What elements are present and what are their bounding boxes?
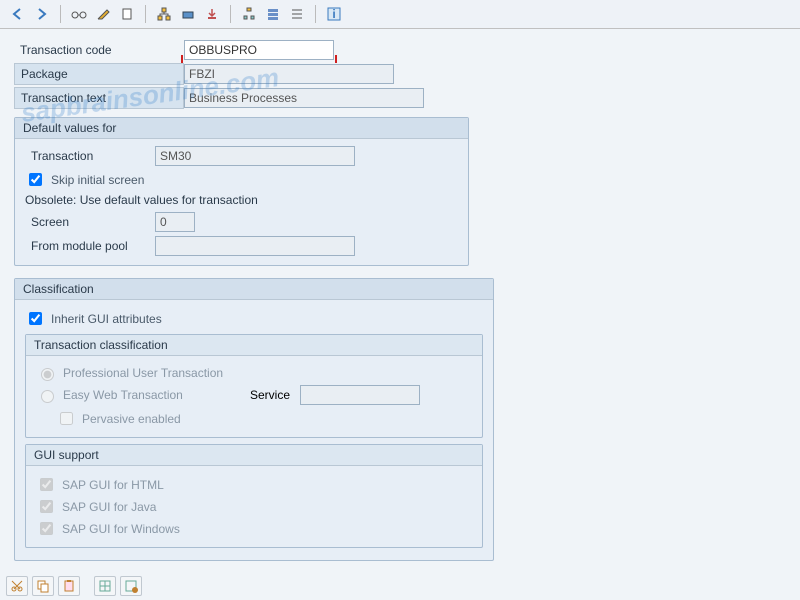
- paste-button[interactable]: [58, 576, 80, 596]
- copy-icon: [36, 579, 50, 593]
- gui-win-input[interactable]: [40, 522, 53, 535]
- transaction-classification-group: Transaction classification Professional …: [25, 334, 483, 438]
- transaction-text-label: Transaction text: [14, 87, 184, 109]
- screen-label: Screen: [25, 212, 155, 232]
- tc-title: Transaction classification: [26, 335, 482, 356]
- screen-field: [155, 212, 195, 232]
- obsolete-text: Obsolete: Use default values for transac…: [25, 193, 458, 207]
- stack-icon: [266, 7, 280, 21]
- separator: [230, 5, 231, 23]
- tool-button-6[interactable]: [287, 4, 307, 24]
- def-transaction-field: [155, 146, 355, 166]
- transport-icon: [181, 7, 195, 21]
- inherit-checkbox[interactable]: Inherit GUI attributes: [25, 309, 483, 328]
- glasses-button[interactable]: [69, 4, 89, 24]
- svg-text:i: i: [332, 7, 335, 21]
- tool-button-3[interactable]: [202, 4, 222, 24]
- def-transaction-label: Transaction: [25, 146, 155, 166]
- arrow-right-icon: [35, 7, 49, 21]
- inherit-label: Inherit GUI attributes: [51, 312, 162, 326]
- bottom-toolbar: [6, 576, 142, 596]
- transaction-code-field[interactable]: [184, 40, 334, 60]
- scissors-icon: [10, 579, 24, 593]
- tool-button-1[interactable]: [154, 4, 174, 24]
- pervasive-checkbox[interactable]: Pervasive enabled: [56, 409, 472, 428]
- grid-icon: [98, 579, 112, 593]
- export-icon: [205, 7, 219, 21]
- package-label: Package: [14, 63, 184, 85]
- gui-support-group: GUI support SAP GUI for HTML SAP GUI for…: [25, 444, 483, 548]
- prof-label: Professional User Transaction: [63, 366, 223, 380]
- classification-title: Classification: [15, 279, 493, 300]
- easy-radio-input[interactable]: [41, 390, 54, 403]
- glasses-icon: [71, 8, 87, 20]
- info-button[interactable]: i: [324, 4, 344, 24]
- new-button[interactable]: [117, 4, 137, 24]
- service-field: [300, 385, 420, 405]
- gui-java-label: SAP GUI for Java: [62, 500, 156, 514]
- list-icon: [290, 7, 304, 21]
- inherit-input[interactable]: [29, 312, 42, 325]
- default-values-group: Default values for Transaction Skip init…: [14, 117, 469, 266]
- tool-button-4[interactable]: [239, 4, 259, 24]
- pervasive-input[interactable]: [60, 412, 73, 425]
- gui-java-checkbox[interactable]: SAP GUI for Java: [36, 497, 472, 516]
- copy-button[interactable]: [32, 576, 54, 596]
- tool-button-2[interactable]: [178, 4, 198, 24]
- main-form: Transaction code Package Transaction tex…: [0, 29, 800, 583]
- pencil-button[interactable]: [93, 4, 113, 24]
- grid-gear-icon: [124, 579, 138, 593]
- arrow-left-icon: [11, 7, 25, 21]
- forward-button[interactable]: [32, 4, 52, 24]
- document-icon: [120, 7, 134, 21]
- gui-java-input[interactable]: [40, 500, 53, 513]
- service-label: Service: [250, 388, 290, 402]
- package-field: [184, 64, 394, 84]
- separator: [60, 5, 61, 23]
- gui-win-label: SAP GUI for Windows: [62, 522, 180, 536]
- hierarchy-icon: [157, 7, 171, 21]
- gui-title: GUI support: [26, 445, 482, 466]
- separator: [145, 5, 146, 23]
- toolbar: i: [0, 0, 800, 29]
- easy-radio[interactable]: Easy Web Transaction: [36, 387, 216, 403]
- easy-label: Easy Web Transaction: [63, 388, 183, 402]
- classification-group: Classification Inherit GUI attributes Tr…: [14, 278, 494, 561]
- pervasive-label: Pervasive enabled: [82, 412, 181, 426]
- gui-html-label: SAP GUI for HTML: [62, 478, 164, 492]
- pencil-icon: [96, 7, 110, 21]
- layout-button-1[interactable]: [94, 576, 116, 596]
- gui-win-checkbox[interactable]: SAP GUI for Windows: [36, 519, 472, 538]
- prof-radio[interactable]: Professional User Transaction: [36, 365, 472, 381]
- layout-button-2[interactable]: [120, 576, 142, 596]
- default-values-title: Default values for: [15, 118, 468, 139]
- gui-html-checkbox[interactable]: SAP GUI for HTML: [36, 475, 472, 494]
- cut-button[interactable]: [6, 576, 28, 596]
- transaction-text-field: [184, 88, 424, 108]
- module-pool-field: [155, 236, 355, 256]
- tree-icon: [242, 7, 256, 21]
- prof-radio-input[interactable]: [41, 368, 54, 381]
- skip-initial-checkbox[interactable]: Skip initial screen: [25, 170, 458, 189]
- back-button[interactable]: [8, 4, 28, 24]
- skip-initial-input[interactable]: [29, 173, 42, 186]
- info-icon: i: [327, 7, 341, 21]
- transaction-code-label: Transaction code: [14, 40, 184, 60]
- paste-icon: [62, 579, 76, 593]
- skip-initial-label: Skip initial screen: [51, 173, 144, 187]
- gui-html-input[interactable]: [40, 478, 53, 491]
- separator: [315, 5, 316, 23]
- module-pool-label: From module pool: [25, 236, 155, 256]
- tool-button-5[interactable]: [263, 4, 283, 24]
